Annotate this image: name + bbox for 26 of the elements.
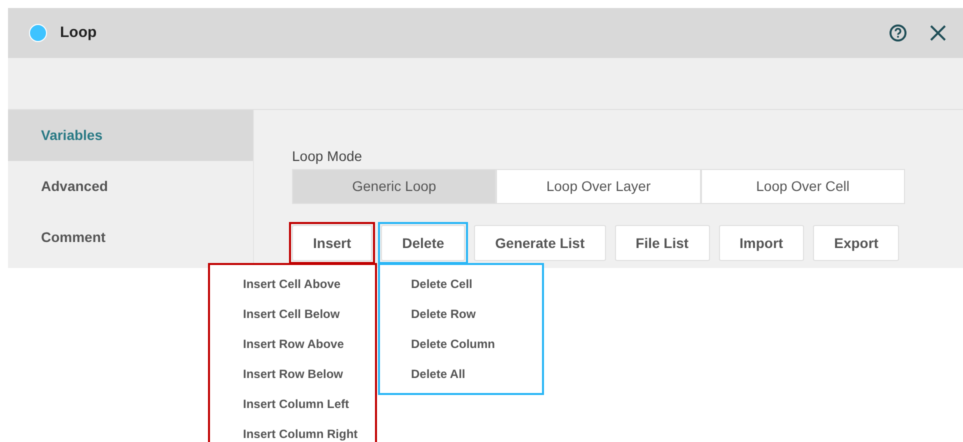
menu-item[interactable]: Delete Column <box>411 329 542 359</box>
sidebar-item[interactable]: Variables <box>8 110 253 161</box>
help-icon[interactable] <box>889 24 907 42</box>
menu-item[interactable]: Insert Cell Above <box>243 269 375 299</box>
close-icon[interactable] <box>929 24 947 42</box>
sidebar-item[interactable]: Comment <box>8 212 253 263</box>
sidebar-item[interactable]: Advanced <box>8 161 253 212</box>
loop-mode-label: Loop Mode <box>292 147 362 165</box>
menu-item[interactable]: Insert Cell Below <box>243 299 375 329</box>
loop-mode-tab[interactable]: Loop Over Layer <box>496 169 701 204</box>
menu-item[interactable]: Delete Cell <box>411 269 542 299</box>
menu-item[interactable]: Insert Row Below <box>243 359 375 389</box>
menu-item[interactable]: Delete Row <box>411 299 542 329</box>
toolbar-button[interactable]: Generate List <box>474 225 606 261</box>
toolbar-button[interactable]: Insert <box>292 225 372 261</box>
toolbar-button[interactable]: Export <box>813 225 900 261</box>
toolbar-button[interactable]: File List <box>614 225 710 261</box>
menu-item[interactable]: Delete All <box>411 359 542 389</box>
menu-item[interactable]: Insert Column Right <box>243 419 375 442</box>
toolbar-button[interactable]: Delete <box>381 225 466 261</box>
loop-mode-tab[interactable]: Loop Over Cell <box>700 169 905 204</box>
window-title: Loop <box>60 22 97 43</box>
menu-item[interactable]: Insert Column Left <box>243 389 375 419</box>
loop-mode-tab[interactable]: Generic Loop <box>292 169 496 204</box>
menu-item[interactable]: Insert Row Above <box>243 329 375 359</box>
toolbar-button[interactable]: Import <box>718 225 804 261</box>
